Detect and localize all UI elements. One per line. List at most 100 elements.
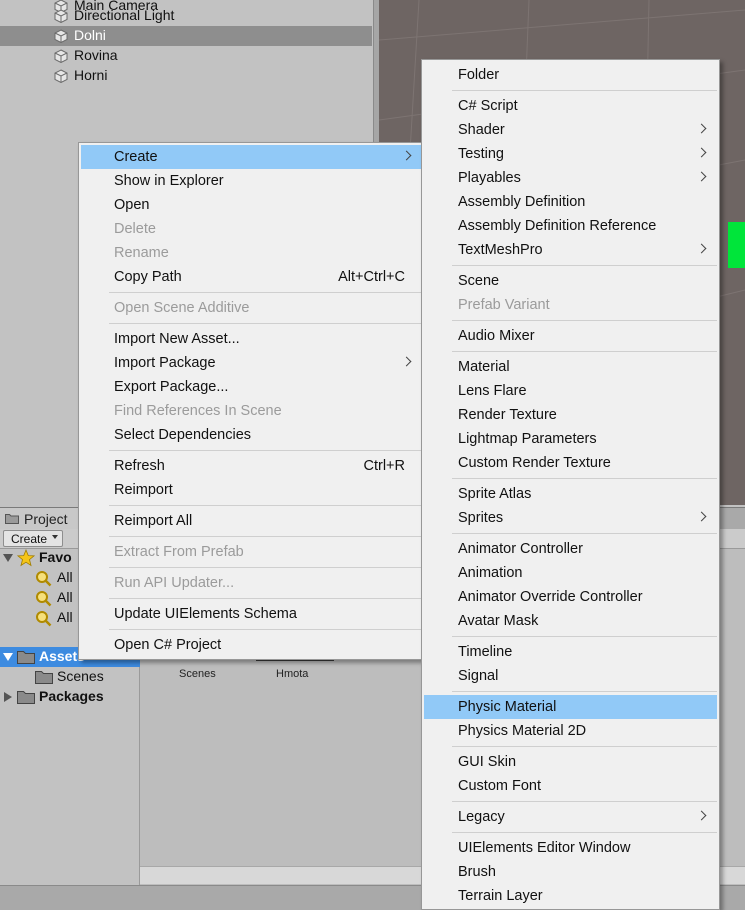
tab-project-label: Project [24, 511, 68, 527]
menu-item-label: Update UIElements Schema [114, 606, 297, 622]
folder-icon [17, 651, 35, 664]
create-menu-item-assembly-definition-reference[interactable]: Assembly Definition Reference [424, 214, 717, 238]
hierarchy-item-label: Horni [74, 67, 108, 83]
context-menu-item-import-package[interactable]: Import Package [81, 351, 421, 375]
menu-item-label: Export Package... [114, 379, 229, 395]
chevron-down-icon [52, 535, 58, 539]
menu-item-label: UIElements Editor Window [458, 840, 631, 856]
create-menu-item-timeline[interactable]: Timeline [424, 640, 717, 664]
menu-item-label: Testing [458, 146, 504, 162]
collapse-triangle-icon[interactable] [3, 653, 13, 661]
menu-item-label: Open Scene Additive [114, 300, 250, 316]
context-menu-item-delete: Delete [81, 217, 421, 241]
create-menu-item-brush[interactable]: Brush [424, 860, 717, 884]
context-menu-item-open[interactable]: Open [81, 193, 421, 217]
tree-item-packages[interactable]: Packages [0, 687, 140, 707]
create-menu-item-testing[interactable]: Testing [424, 142, 717, 166]
create-menu-item-terrain-layer[interactable]: Terrain Layer [424, 884, 717, 908]
create-menu-item-textmeshpro[interactable]: TextMeshPro [424, 238, 717, 262]
create-menu-item-playables[interactable]: Playables [424, 166, 717, 190]
search-icon [36, 611, 52, 627]
create-menu-item-assembly-definition[interactable]: Assembly Definition [424, 190, 717, 214]
tab-project[interactable]: Project [0, 508, 79, 530]
collapse-triangle-icon[interactable] [3, 554, 13, 562]
menu-item-label: Playables [458, 170, 521, 186]
create-menu-item-physic-material[interactable]: Physic Material [424, 695, 717, 719]
menu-item-label: Terrain Layer [458, 888, 543, 904]
tree-item-label: Favo [39, 549, 72, 565]
menu-item-label: Sprite Atlas [458, 486, 532, 502]
create-menu-item-lens-flare[interactable]: Lens Flare [424, 379, 717, 403]
context-menu-item-reimport-all[interactable]: Reimport All [81, 509, 421, 533]
hierarchy-item-label: Rovina [74, 47, 118, 63]
hierarchy-item-directional-light[interactable]: Directional Light [0, 6, 372, 26]
menu-item-label: Import New Asset... [114, 331, 240, 347]
create-menu-item-custom-render-texture[interactable]: Custom Render Texture [424, 451, 717, 475]
menu-separator [109, 450, 421, 451]
hierarchy-item-dolni[interactable]: Dolni [0, 26, 372, 46]
menu-item-label: Open C# Project [114, 637, 222, 653]
context-menu-item-open-c-project[interactable]: Open C# Project [81, 633, 421, 657]
create-menu-item-folder[interactable]: Folder [424, 63, 717, 87]
menu-item-label: Import Package [114, 355, 216, 371]
menu-item-label: Rename [114, 245, 169, 261]
hierarchy-item-rovina[interactable]: Rovina [0, 46, 372, 66]
menu-item-label: Shader [458, 122, 505, 138]
context-menu-item-refresh[interactable]: Refresh Ctrl+R [81, 454, 421, 478]
menu-item-label: Copy Path [114, 269, 182, 285]
create-menu-item-scene[interactable]: Scene [424, 269, 717, 293]
create-menu-item-animator-override-controller[interactable]: Animator Override Controller [424, 585, 717, 609]
create-menu-item-animation[interactable]: Animation [424, 561, 717, 585]
menu-item-label: C# Script [458, 98, 518, 114]
create-menu-item-physics-material-2d[interactable]: Physics Material 2D [424, 719, 717, 743]
context-menu-item-export-package[interactable]: Export Package... [81, 375, 421, 399]
menu-separator [452, 351, 717, 352]
create-menu-item-sprite-atlas[interactable]: Sprite Atlas [424, 482, 717, 506]
asset-label[interactable]: Scenes [179, 668, 216, 680]
menu-item-label: Custom Render Texture [458, 455, 611, 471]
scene-object[interactable] [728, 222, 745, 268]
menu-item-label: Delete [114, 221, 156, 237]
menu-separator [109, 567, 421, 568]
menu-separator [109, 536, 421, 537]
cube-icon [54, 9, 68, 23]
menu-item-label: Select Dependencies [114, 427, 252, 443]
hierarchy-item-horni[interactable]: Horni [0, 66, 372, 86]
context-menu-item-reimport[interactable]: Reimport [81, 478, 421, 502]
menu-separator [452, 832, 717, 833]
create-menu-item-custom-font[interactable]: Custom Font [424, 774, 717, 798]
create-menu-item-signal[interactable]: Signal [424, 664, 717, 688]
menu-item-label: Avatar Mask [458, 613, 539, 629]
chevron-right-icon [696, 147, 707, 158]
menu-separator [452, 636, 717, 637]
menu-item-label: Timeline [458, 644, 513, 660]
menu-separator [452, 478, 717, 479]
asset-label[interactable]: Hmota [276, 668, 308, 680]
context-menu-item-update-uielements-schema[interactable]: Update UIElements Schema [81, 602, 421, 626]
context-menu-item-create[interactable]: Create [81, 145, 421, 169]
create-menu-item-shader[interactable]: Shader [424, 118, 717, 142]
context-menu-item-copy-path[interactable]: Copy Path Alt+Ctrl+C [81, 265, 421, 289]
create-menu-item-material[interactable]: Material [424, 355, 717, 379]
create-dropdown-button[interactable]: Create [3, 530, 63, 547]
create-menu-item-animator-controller[interactable]: Animator Controller [424, 537, 717, 561]
create-menu-item-legacy[interactable]: Legacy [424, 805, 717, 829]
create-menu-item-avatar-mask[interactable]: Avatar Mask [424, 609, 717, 633]
context-menu-item-import-new-asset[interactable]: Import New Asset... [81, 327, 421, 351]
menu-item-label: Material [458, 359, 510, 375]
create-menu-item-prefab-variant: Prefab Variant [424, 293, 717, 317]
context-menu-item-select-dependencies[interactable]: Select Dependencies [81, 423, 421, 447]
create-menu-item-render-texture[interactable]: Render Texture [424, 403, 717, 427]
create-menu-item-audio-mixer[interactable]: Audio Mixer [424, 324, 717, 348]
create-menu-item-c-script[interactable]: C# Script [424, 94, 717, 118]
context-menu-item-extract-from-prefab: Extract From Prefab [81, 540, 421, 564]
expand-triangle-icon[interactable] [4, 692, 12, 702]
create-menu-item-uielements-editor-window[interactable]: UIElements Editor Window [424, 836, 717, 860]
context-menu-item-show-in-explorer[interactable]: Show in Explorer [81, 169, 421, 193]
menu-item-label: Brush [458, 864, 496, 880]
create-menu-item-gui-skin[interactable]: GUI Skin [424, 750, 717, 774]
star-icon [17, 549, 35, 567]
create-menu-item-lightmap-parameters[interactable]: Lightmap Parameters [424, 427, 717, 451]
create-menu-item-sprites[interactable]: Sprites [424, 506, 717, 530]
tree-item-scenes[interactable]: Scenes [0, 667, 140, 687]
